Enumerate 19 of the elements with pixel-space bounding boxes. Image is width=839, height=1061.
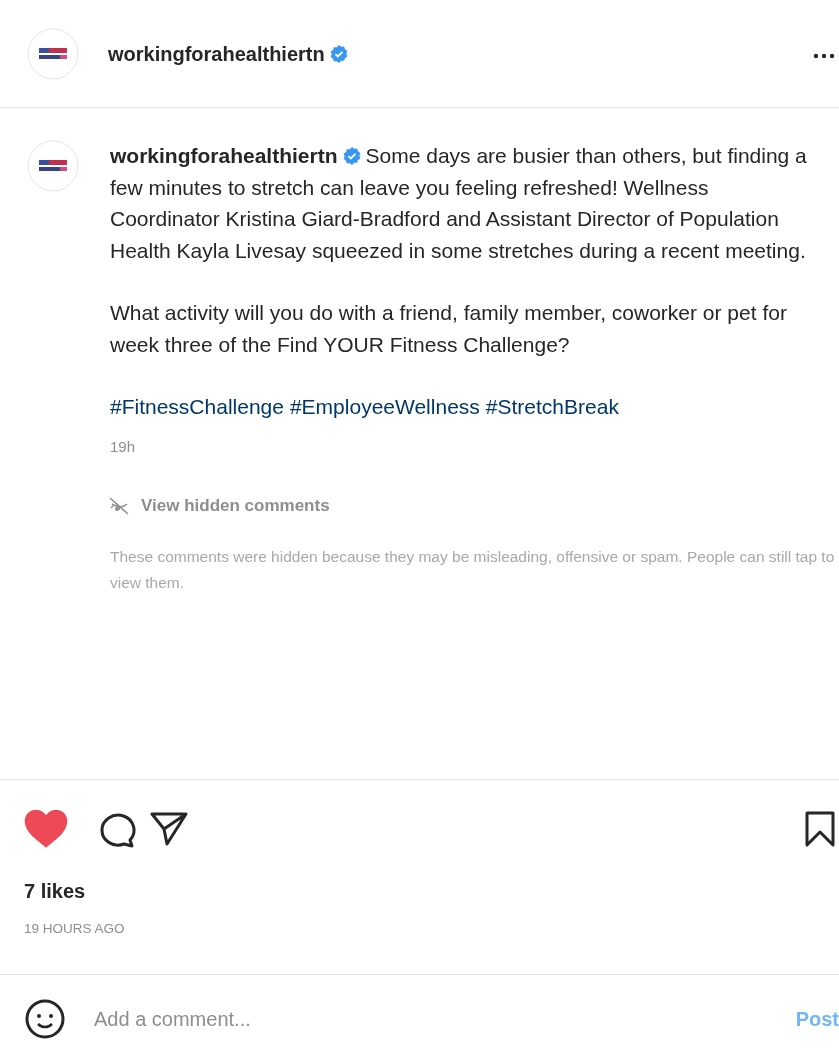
username-link[interactable]: workingforahealthiertn xyxy=(108,38,325,69)
emoji-icon[interactable] xyxy=(25,999,65,1039)
avatar-logo[interactable] xyxy=(27,140,79,192)
post-time: 19h xyxy=(110,436,137,457)
post-date: 19 HOURS AGO xyxy=(24,920,126,938)
hidden-comments-notice: These comments were hidden because they may be misleading, offensive or spam. People can still tap to view them. xyxy=(110,546,836,593)
avatar-logo[interactable] xyxy=(27,27,79,80)
bookmark-icon[interactable] xyxy=(805,811,835,847)
share-plane-icon[interactable] xyxy=(150,811,188,847)
caption-text: What activity will you do with a friend, family member, coworker or pet for week three of the Find YOUR Fitness Challenge? xyxy=(110,300,788,358)
hashtag-link[interactable]: #StretchBreak xyxy=(485,391,619,423)
eye-slash-icon xyxy=(107,494,131,517)
likes-count: 7 likes xyxy=(24,879,87,904)
username-link[interactable]: workingforahealthiertn xyxy=(110,144,338,167)
hashtag-link[interactable]: #EmployeeWellness xyxy=(289,391,480,423)
like-heart-icon[interactable] xyxy=(24,810,68,848)
caption-text: workingforahealthiertn Some days are busier than others, but finding a few minutes to stretch can leave you feeling refreshed! Wellness Coordinator Kristina Giard-Bradford and Assistant Director of Population Health Kayla Livesay squeezed in some stretches during a recent meeting. xyxy=(110,143,808,264)
hashtag-link[interactable]: #FitnessChallenge xyxy=(110,391,284,423)
more-options-icon[interactable] xyxy=(813,53,835,59)
